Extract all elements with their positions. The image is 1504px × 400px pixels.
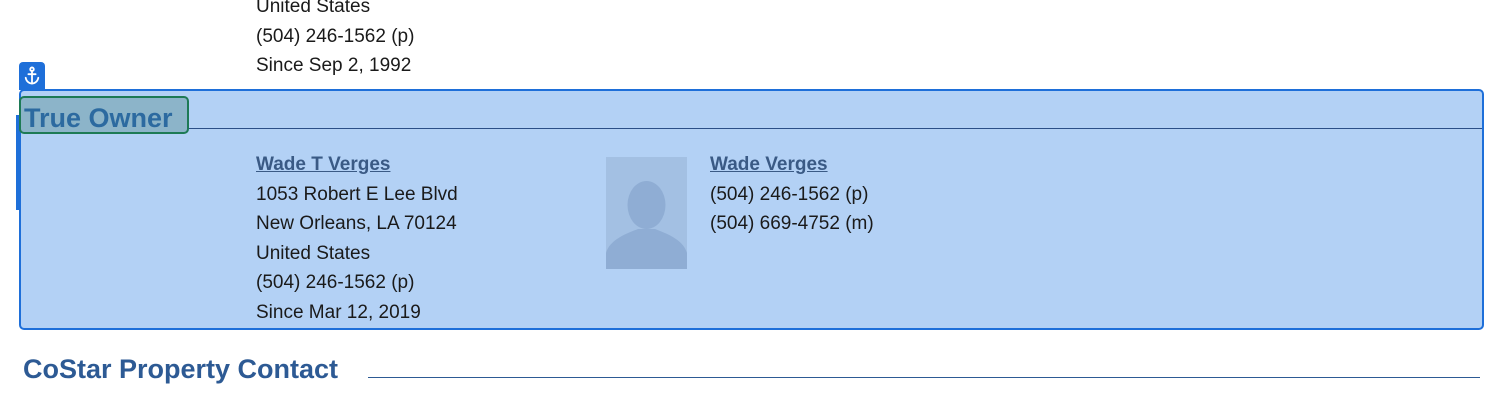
owner-since: Since Mar 12, 2019 (256, 301, 421, 323)
contact-phone-primary: (504) 246-1562 (p) (710, 183, 869, 205)
owner-country: United States (256, 242, 371, 264)
previous-contact-phone: (504) 246-1562 (p) (256, 25, 415, 47)
contact-phone-mobile: (504) 669-4752 (m) (710, 213, 874, 234)
contact-name-link[interactable]: Wade Verges (710, 150, 874, 180)
person-silhouette-icon (606, 157, 687, 269)
owner-name-link[interactable]: Wade T Verges (256, 150, 458, 180)
previous-contact-since: Since Sep 2, 1992 (256, 55, 412, 76)
true-owner-contact: Wade Verges (504) 246-1562 (p) (504) 669… (710, 150, 874, 239)
previous-contact-block: United States (504) 246-1562 (p) Since S… (256, 0, 414, 81)
anchor-icon[interactable] (19, 62, 45, 90)
anchor-edge-marker (16, 115, 19, 210)
previous-contact-country: United States (256, 0, 371, 17)
owner-address-line2: New Orleans, LA 70124 (256, 213, 457, 234)
section-title-costar-property-contact: CoStar Property Contact (23, 354, 339, 384)
section-divider (19, 128, 1482, 129)
section-divider-next (368, 377, 1480, 378)
section-title-true-owner: True Owner (24, 103, 173, 133)
owner-address-line1: 1053 Robert E Lee Blvd (256, 183, 458, 205)
page: United States (504) 246-1562 (p) Since S… (0, 0, 1504, 400)
true-owner-details: Wade T Verges 1053 Robert E Lee Blvd New… (256, 150, 458, 327)
owner-phone: (504) 246-1562 (p) (256, 272, 415, 293)
